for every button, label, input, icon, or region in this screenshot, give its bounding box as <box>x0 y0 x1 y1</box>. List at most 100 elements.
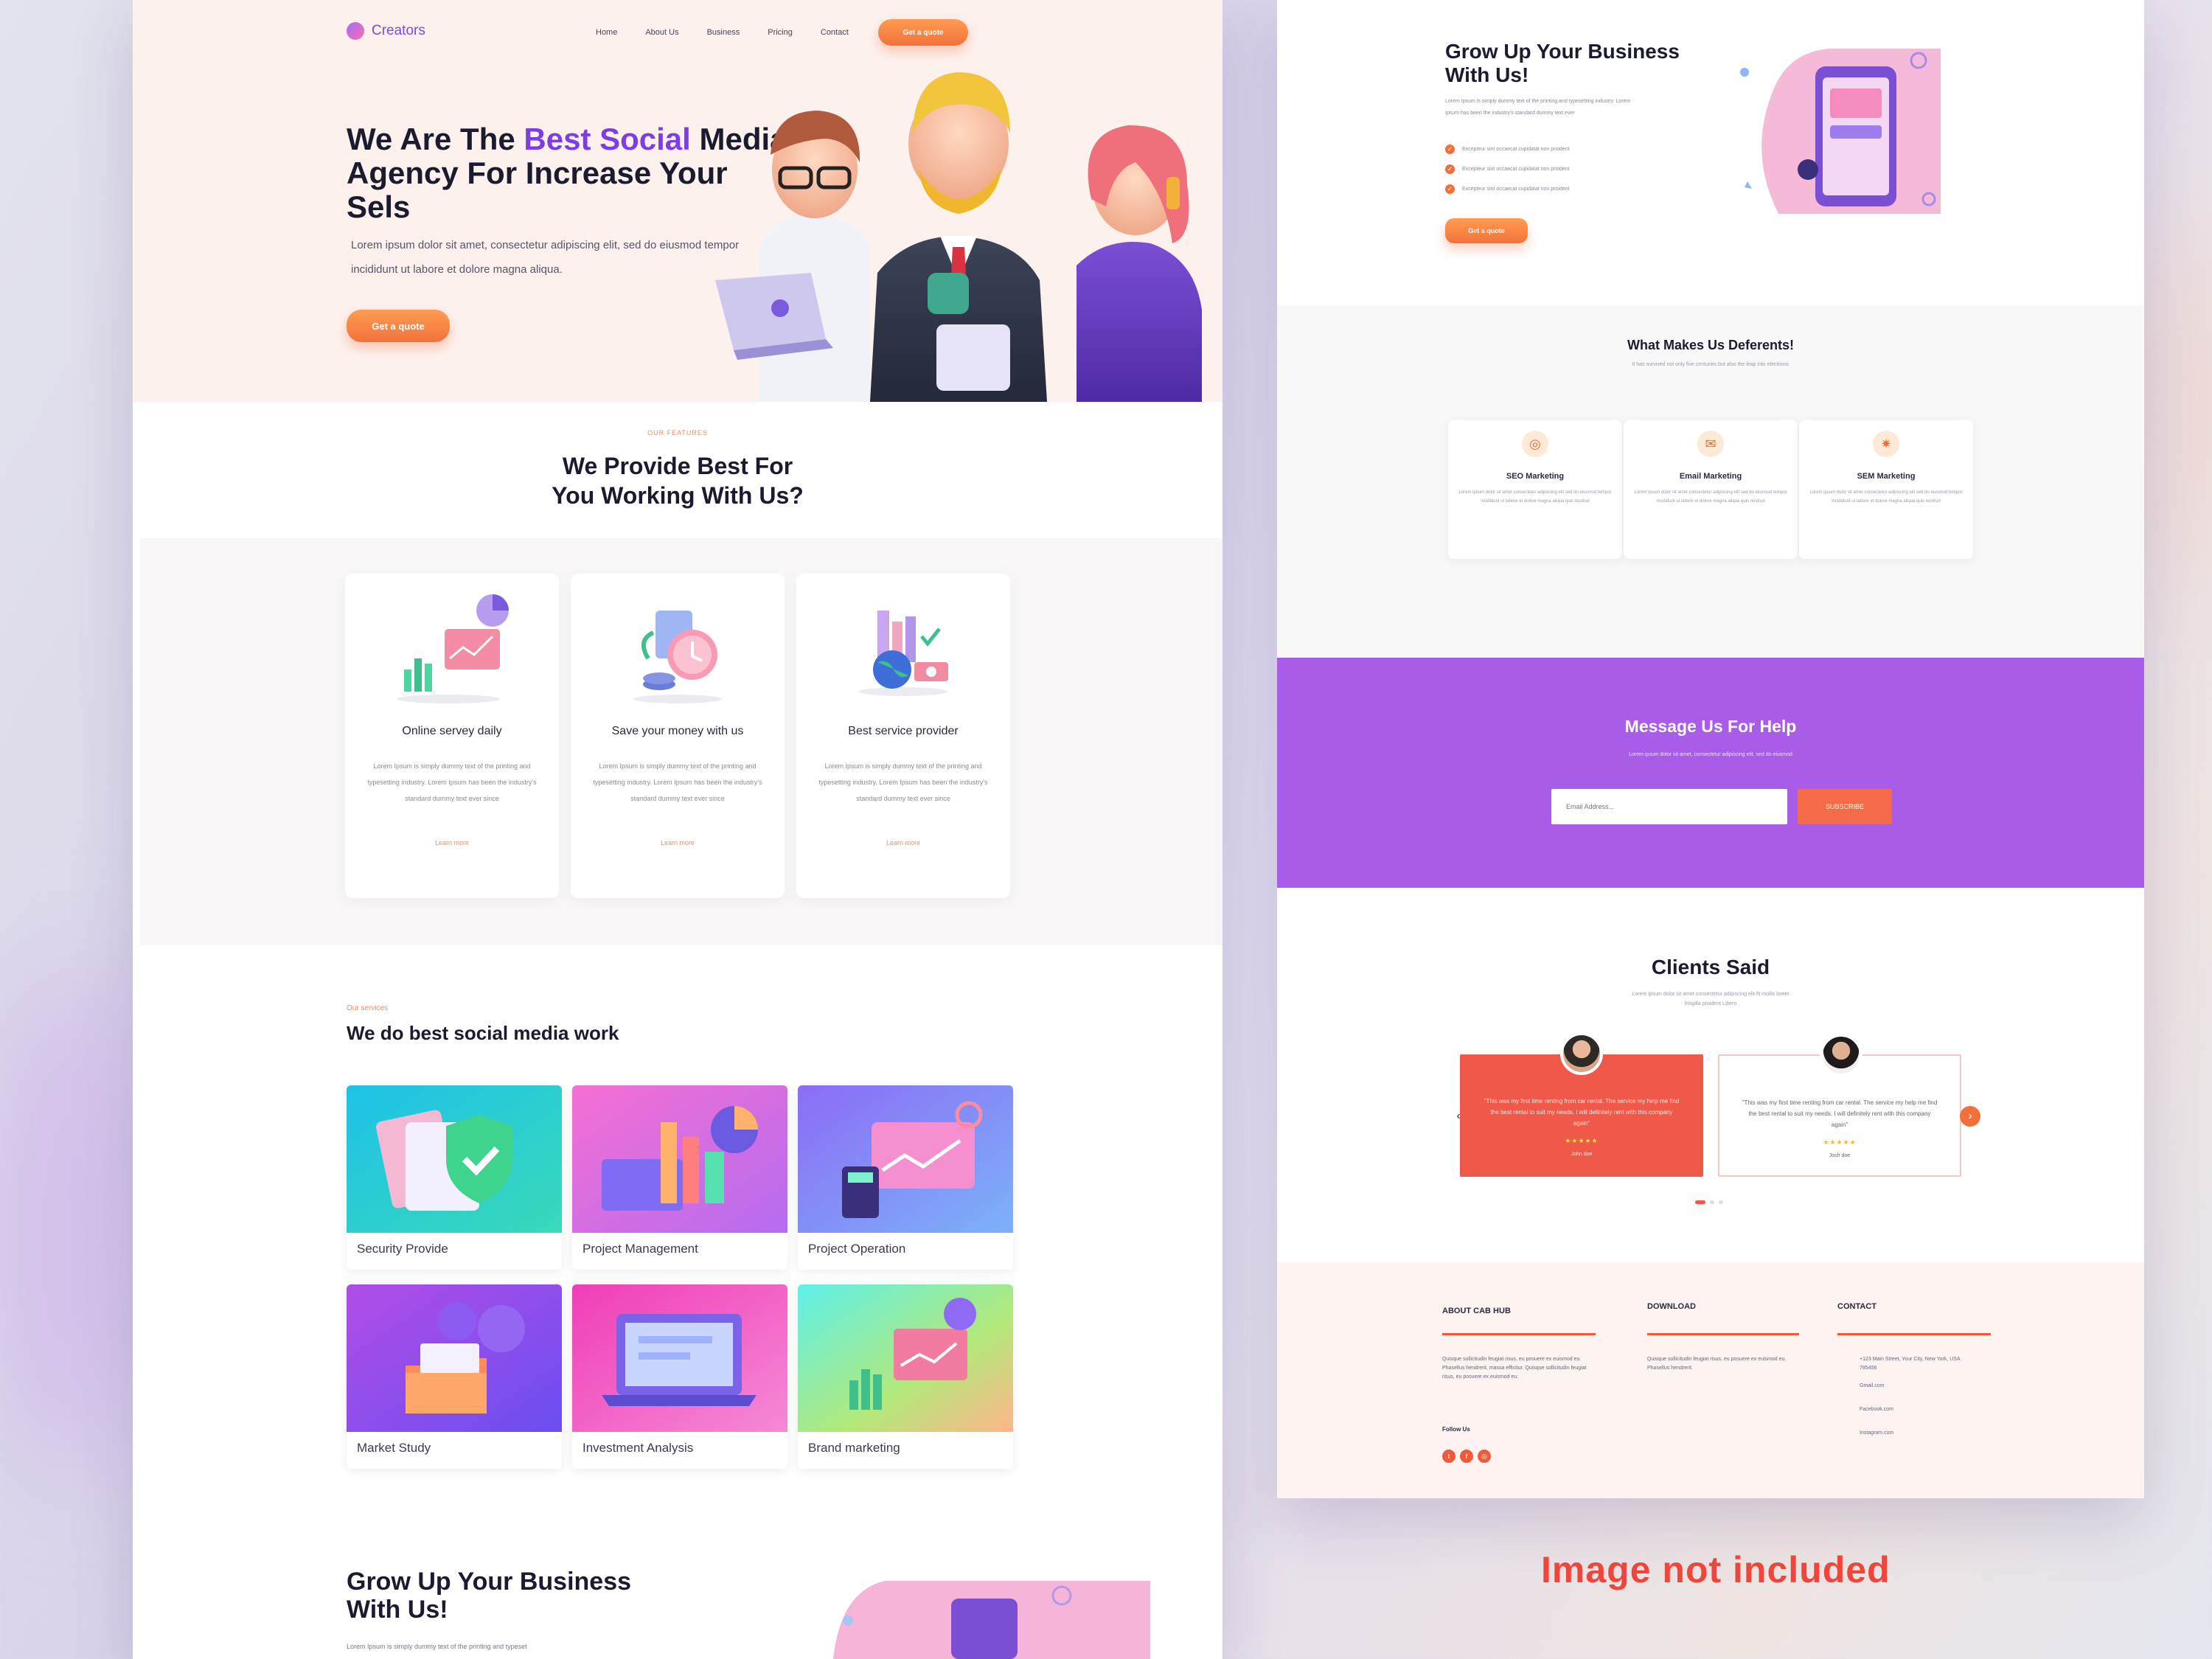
check-text: Excepteur sint occaecat cupidatat non pr… <box>1462 147 1570 152</box>
footer-download-title: DOWNLOAD <box>1647 1302 1696 1311</box>
features-tag: OUR FEATURES <box>647 429 708 437</box>
footer-download-text: Quisque sollicitudin feugiat risus, eu p… <box>1647 1357 1787 1371</box>
mail-icon: ✉ <box>1697 431 1724 457</box>
service-label: Security Provide <box>357 1242 448 1256</box>
service-label: Project Operation <box>808 1242 906 1256</box>
footer-divider <box>1647 1333 1799 1335</box>
services-tag: Our services <box>347 1004 389 1012</box>
service-card-investment-analysis[interactable]: Investment Analysis <box>572 1284 787 1469</box>
nav-item-pricing[interactable]: Pricing <box>768 28 793 37</box>
check-text: Excepteur sint occaecat cupidatat non pr… <box>1462 167 1570 172</box>
nav-item-home[interactable]: Home <box>596 28 617 37</box>
grow-title: Grow Up Your Business With Us! <box>347 1568 632 1624</box>
feature-card-survey: Online servey daily Lorem Ipsum is simpl… <box>345 574 559 898</box>
feature-title: Best service provider <box>848 725 959 737</box>
features-title: We Provide Best For You Working With Us? <box>552 453 804 509</box>
mobile-app-illustration <box>833 1581 1150 1659</box>
testimonial-card: "This was my first time renting from car… <box>1460 1032 1703 1177</box>
hero-title-accent: Best Social <box>524 122 691 156</box>
nav-quote-button[interactable]: Get a quote <box>878 19 968 46</box>
different-card-title: SEM Marketing <box>1857 472 1916 481</box>
different-card-title: SEO Marketing <box>1506 472 1565 481</box>
email-input[interactable] <box>1551 789 1787 824</box>
avatar <box>1820 1034 1863 1077</box>
carousel-dot-active[interactable] <box>1695 1200 1705 1204</box>
check-icon: ✓ <box>1445 164 1455 174</box>
brand-name: Creators <box>372 23 425 38</box>
service-label: Project Management <box>582 1242 698 1256</box>
footer-link-gmail[interactable]: Gmail.com <box>1860 1382 1884 1391</box>
nav-item-about[interactable]: About Us <box>645 28 678 37</box>
check-list: ✓ Excepteur sint occaecat cupidatat non p… <box>1445 145 1570 194</box>
feature-card-service: Best service provider Lorem Ipsum is sim… <box>796 574 1010 898</box>
footer-divider <box>1442 1333 1596 1335</box>
testimonial-card: "This was my first time renting from car… <box>1718 1034 1961 1177</box>
check-icon: ✓ <box>1445 184 1455 194</box>
brand-logo[interactable]: Creators <box>347 22 425 40</box>
hero-quote-button[interactable]: Get a quote <box>347 310 450 342</box>
testimonial-name: Josh doe <box>1829 1153 1851 1158</box>
service-card-security[interactable]: Security Provide <box>347 1085 562 1270</box>
footer-about-title: ABOUT CAB HUB <box>1442 1307 1511 1315</box>
feature-text: Lorem Ipsum is simply dummy text of the … <box>367 762 537 802</box>
mobile-app-illustration <box>1740 49 1941 214</box>
chart-board-icon <box>397 594 509 703</box>
different-card-title: Email Marketing <box>1679 472 1742 481</box>
different-card-seo: ◎ SEO Marketing Lorem ipsum dolor sit am… <box>1448 420 1622 559</box>
subscribe-button[interactable]: SUBSCRIBE <box>1798 789 1892 824</box>
music-note-icon <box>347 22 364 40</box>
different-title: What Makes Us Deferents! <box>1627 338 1795 352</box>
carousel-dot[interactable] <box>1710 1200 1714 1204</box>
calculator-chart-icon <box>798 1085 1013 1233</box>
nav-item-contact[interactable]: Contact <box>821 28 849 37</box>
carousel-dot[interactable] <box>1719 1200 1723 1204</box>
footer-address: +123 Main Street, Your City, New York, U… <box>1860 1357 1961 1371</box>
hero-title-start: We Are The <box>347 122 524 156</box>
instagram-icon[interactable]: ◎ <box>1478 1450 1491 1463</box>
rating-stars: ★★★★★ <box>1565 1137 1599 1144</box>
grow-text: Lorem Ipsum is simply dummy text of the … <box>1445 99 1631 116</box>
avatar <box>1560 1032 1603 1075</box>
shield-check-icon <box>347 1085 562 1233</box>
check-item: ✓ Excepteur sint occaecat cupidatat non p… <box>1445 184 1570 194</box>
globe-city-icon <box>859 611 948 696</box>
twitter-icon[interactable]: t <box>1442 1450 1455 1463</box>
footer-about-text: Quisque sollicitudin feugiat risus, eu p… <box>1442 1357 1587 1380</box>
service-card-market-study[interactable]: Market Study <box>347 1284 562 1469</box>
gear-folder-icon <box>347 1284 562 1432</box>
different-card-text: Lorem ipsum dolor sit amet consectetur a… <box>1634 490 1787 504</box>
grow-title: Grow Up Your Business With Us! <box>1445 40 1680 86</box>
feature-text: Lorem Ipsum is simply dummy text of the … <box>593 762 762 802</box>
service-card-brand-marketing[interactable]: Brand marketing <box>798 1284 1013 1469</box>
facebook-icon[interactable]: f <box>1460 1450 1473 1463</box>
team-characters-illustration <box>715 72 1202 402</box>
footer <box>1277 1262 2144 1498</box>
service-card-project-operation[interactable]: Project Operation <box>798 1085 1013 1270</box>
clock-money-icon <box>633 611 722 703</box>
hero-section: Creators Home About Us Business Pricing … <box>133 0 1222 402</box>
megaphone-icon: ✷ <box>1873 431 1899 457</box>
learn-more-link[interactable]: Learn more <box>796 839 1010 846</box>
nav-menu: Home About Us Business Pricing Contact <box>596 28 849 37</box>
feature-title: Online servey daily <box>402 725 502 737</box>
footer-link-instagram[interactable]: Instagram.com <box>1860 1429 1893 1438</box>
testimonial-quote: "This was my first time renting from car… <box>1742 1099 1938 1128</box>
different-card-sem: ✷ SEM Marketing Lorem ipsum dolor sit am… <box>1799 420 1973 559</box>
footer-link-facebook[interactable]: Facebook.com <box>1860 1405 1893 1414</box>
check-item: ✓ Excepteur sint occaecat cupidatat non p… <box>1445 164 1570 174</box>
different-card-email: ✉ Email Marketing Lorem ipsum dolor sit … <box>1624 420 1798 559</box>
learn-more-link[interactable]: Learn more <box>345 839 559 846</box>
check-item: ✓ Excepteur sint occaecat cupidatat non p… <box>1445 145 1570 154</box>
learn-more-link[interactable]: Learn more <box>571 839 785 846</box>
message-title: Message Us For Help <box>1624 717 1797 736</box>
carousel-next-button[interactable]: › <box>1960 1106 1980 1127</box>
footer-divider <box>1837 1333 1991 1335</box>
message-section <box>1277 658 2144 888</box>
service-label: Investment Analysis <box>582 1441 694 1455</box>
nav-item-business[interactable]: Business <box>707 28 740 37</box>
feature-title: Save your money with us <box>611 725 744 737</box>
service-card-project-management[interactable]: Project Management <box>572 1085 787 1270</box>
grow-quote-button[interactable]: Get a quote <box>1445 218 1528 243</box>
landing-page-left: Creators Home About Us Business Pricing … <box>133 0 1222 1659</box>
service-label: Brand marketing <box>808 1441 900 1455</box>
